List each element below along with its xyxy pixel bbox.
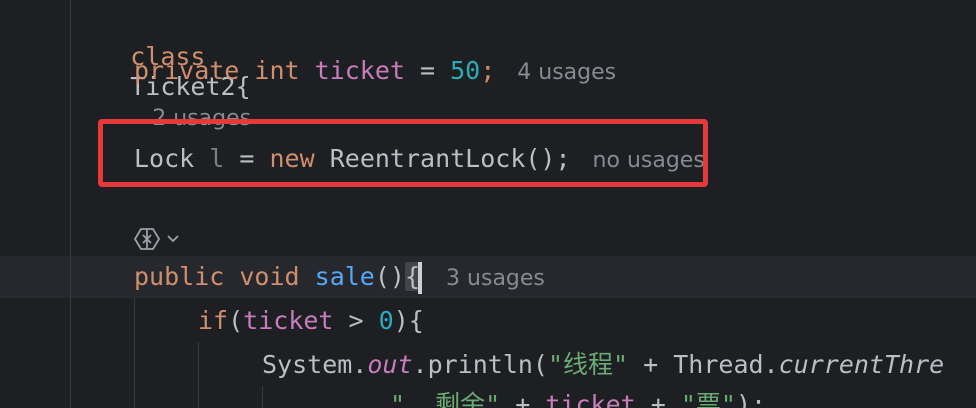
paren-open: ( [228,306,244,335]
ai-assistant-gutter[interactable] [134,226,180,252]
string-literal: ", 剩余" [390,390,501,408]
indent-guide [262,386,263,408]
field-ticket: ticket [545,390,636,408]
statement-end: ); [735,390,767,408]
number-literal: 50 [450,56,481,85]
assign-op: = [404,56,451,85]
field-ticket: ticket [243,306,334,335]
current-thread-call: currentThre [778,350,945,379]
static-field-out: out [367,350,413,379]
code-line-method[interactable]: public void sale(){3 usages [134,262,545,294]
text-caret [418,262,423,294]
keyword-public: public [134,262,225,291]
type-void: void [239,262,300,291]
keyword-if: if [198,306,229,335]
println-call: .println( [412,350,548,379]
keyword-private: private [134,56,240,85]
concat-thread: + Thread. [628,350,779,379]
code-line-println[interactable]: System.out.println("线程" + Thread.current… [262,350,944,380]
ai-assistant-icon[interactable] [134,226,180,252]
field-ticket: ticket [314,56,405,85]
concat-op: + [500,390,546,408]
semicolon: ; [480,56,496,85]
code-line-continuation[interactable]: ", 剩余" + ticket + "票"); [390,390,766,408]
indent-guide [198,342,199,408]
red-highlight-box [98,119,708,187]
code-editor[interactable]: class Ticket2{ 2 usages private int tick… [0,0,976,408]
string-literal: "线程" [547,350,629,379]
chevron-down-icon [167,235,179,243]
method-name: sale [314,262,375,291]
indent-guide [134,298,135,408]
concat-op: + [635,390,681,408]
string-literal: "票" [680,390,736,408]
usages-hint[interactable]: 3 usages [446,266,545,291]
usages-hint[interactable]: 4 usages [517,60,616,85]
gt-op: > [333,306,379,335]
method-parens: () [374,262,405,291]
paren-close: ){ [393,306,424,335]
code-line-if[interactable]: if(ticket > 0){ [198,306,424,336]
system-class: System. [262,350,368,379]
type-int: int [254,56,300,85]
code-line-field[interactable]: private int ticket = 50; 4 usages [134,56,616,88]
number-literal: 0 [378,306,394,335]
